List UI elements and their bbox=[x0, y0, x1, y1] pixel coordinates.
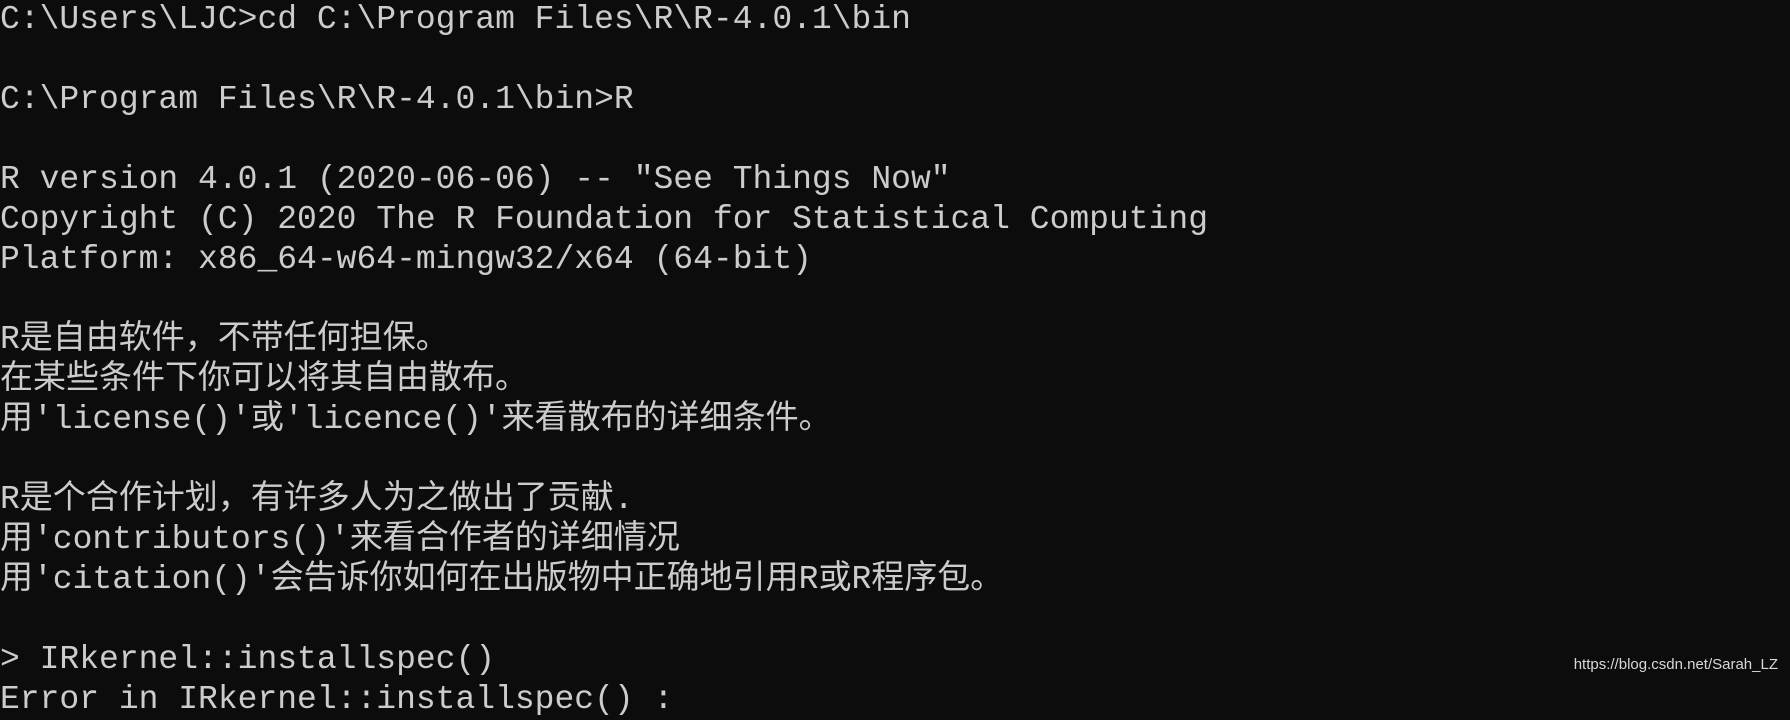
watermark: https://blog.csdn.net/Sarah_LZ bbox=[1573, 656, 1778, 673]
console-line: 用'license()'或'licence()'来看散布的详细条件。 bbox=[0, 401, 832, 438]
console-output[interactable]: C:\Users\LJC>cd C:\Program Files\R\R-4.0… bbox=[0, 0, 1790, 720]
console-line: C:\Users\LJC>cd C:\Program Files\R\R-4.0… bbox=[0, 1, 911, 38]
console-line: Error in IRkernel::installspec() : bbox=[0, 681, 674, 718]
console-line: Copyright (C) 2020 The R Foundation for … bbox=[0, 201, 1208, 238]
console-line: C:\Program Files\R\R-4.0.1\bin>R bbox=[0, 81, 634, 118]
console-line: R是个合作计划，有许多人为之做出了贡献. bbox=[0, 481, 634, 518]
console-line: 用'contributors()'来看合作者的详细情况 bbox=[0, 521, 680, 558]
console-line: 用'citation()'会告诉你如何在出版物中正确地引用R或R程序包。 bbox=[0, 561, 1004, 598]
console-line: R version 4.0.1 (2020-06-06) -- "See Thi… bbox=[0, 161, 951, 198]
console-line: 在某些条件下你可以将其自由散布。 bbox=[0, 361, 528, 398]
console-line: Platform: x86_64-w64-mingw32/x64 (64-bit… bbox=[0, 241, 812, 278]
console-line: R是自由软件，不带任何担保。 bbox=[0, 321, 449, 358]
console-prompt-line: > IRkernel::installspec() bbox=[0, 641, 496, 678]
